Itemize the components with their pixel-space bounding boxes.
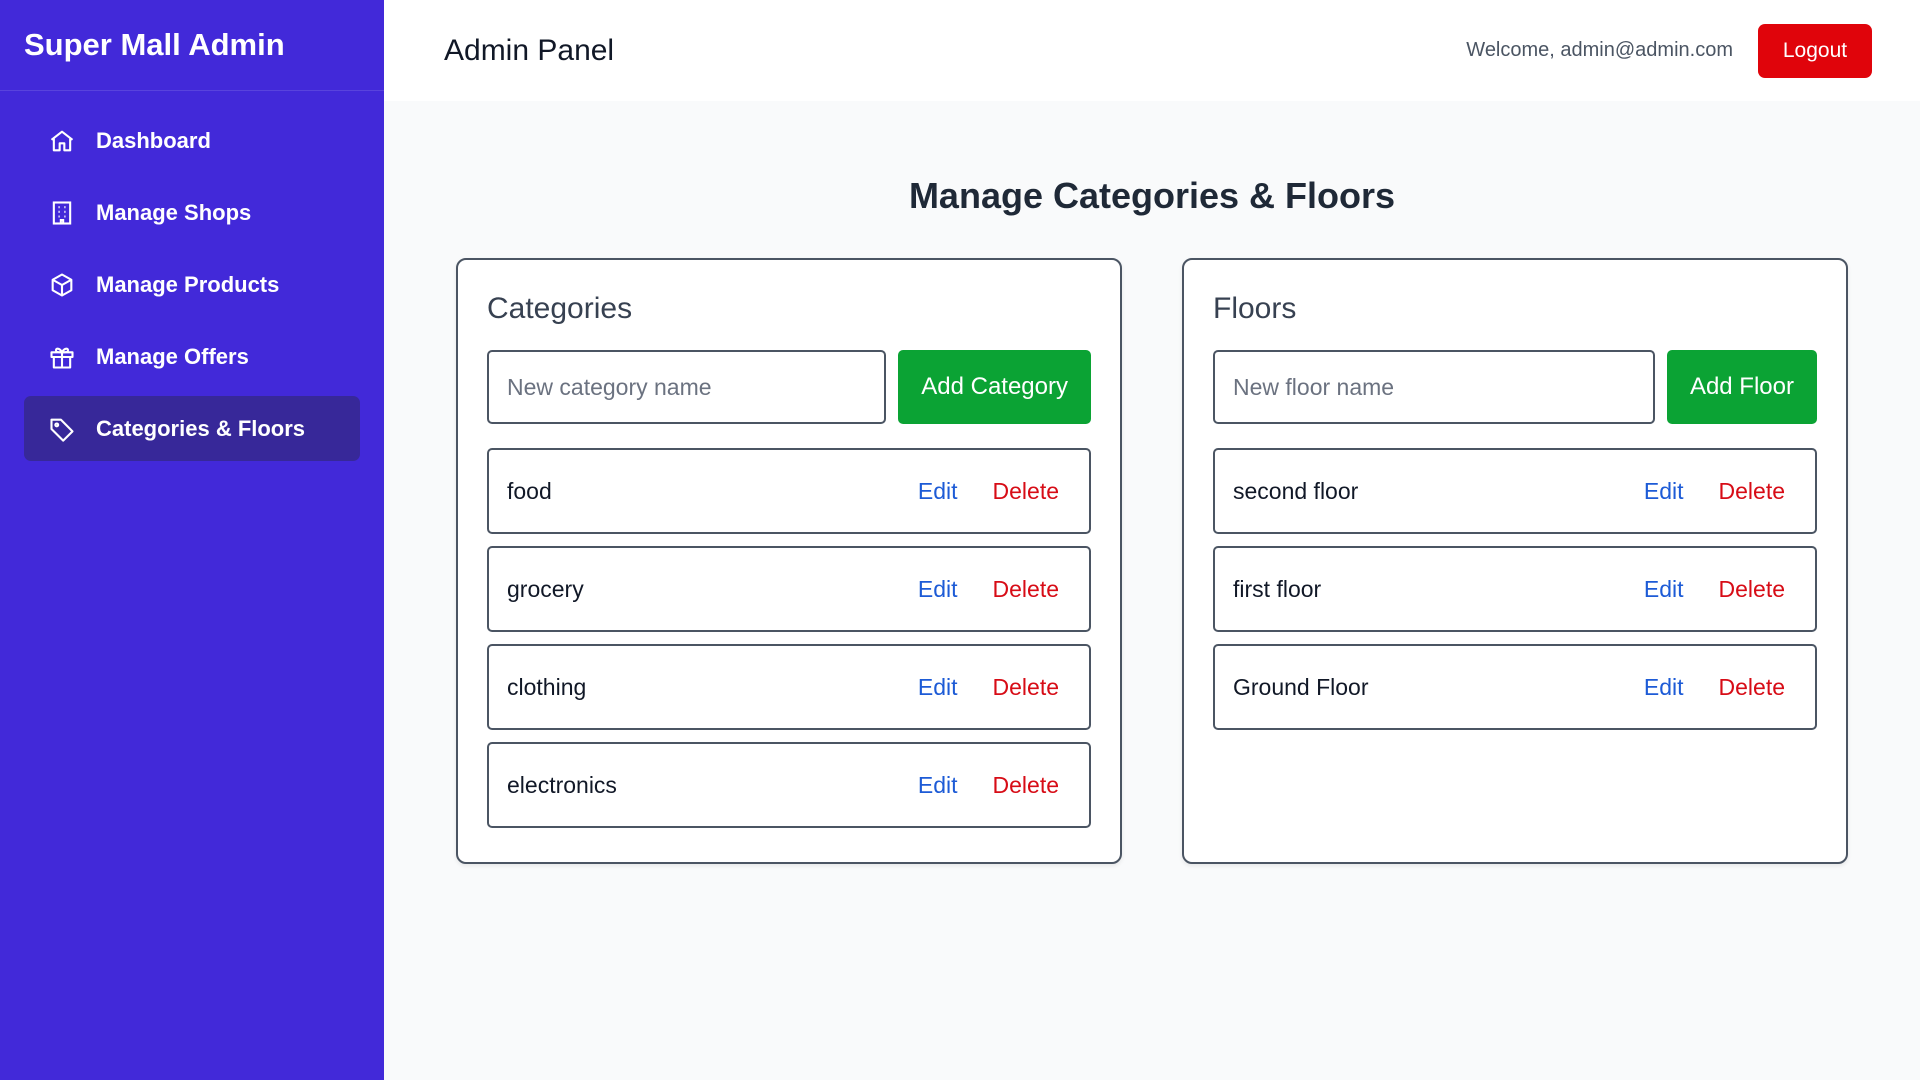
box-icon — [48, 271, 76, 299]
sidebar-item-label: Manage Offers — [96, 343, 249, 369]
welcome-text: Welcome, admin@admin.com — [1466, 39, 1733, 61]
floor-item: second floor Edit Delete — [1213, 448, 1817, 534]
building-icon — [48, 199, 76, 227]
sidebar-item-label: Manage Shops — [96, 199, 252, 225]
edit-button[interactable]: Edit — [1644, 576, 1684, 603]
delete-button[interactable]: Delete — [1719, 674, 1785, 701]
floor-name: first floor — [1233, 575, 1322, 602]
delete-button[interactable]: Delete — [1719, 576, 1785, 603]
sidebar-item-manage-shops[interactable]: Manage Shops — [24, 180, 360, 245]
category-item: clothing Edit Delete — [487, 644, 1091, 730]
edit-button[interactable]: Edit — [918, 674, 958, 701]
edit-button[interactable]: Edit — [918, 478, 958, 505]
sidebar-item-label: Manage Products — [96, 271, 280, 297]
floors-heading: Floors — [1213, 292, 1297, 325]
logout-button[interactable]: Logout — [1758, 23, 1872, 78]
delete-button[interactable]: Delete — [993, 576, 1059, 603]
sidebar-nav: Dashboard Manage Shops Manage Products M… — [0, 91, 384, 461]
edit-button[interactable]: Edit — [918, 576, 958, 603]
gift-icon — [48, 343, 76, 371]
new-category-input[interactable] — [487, 350, 887, 424]
edit-button[interactable]: Edit — [1644, 478, 1684, 505]
add-floor-button[interactable]: Add Floor — [1666, 350, 1817, 424]
sidebar-item-manage-products[interactable]: Manage Products — [24, 252, 360, 317]
category-name: grocery — [507, 575, 584, 602]
floor-item: Ground Floor Edit Delete — [1213, 644, 1817, 730]
delete-button[interactable]: Delete — [993, 674, 1059, 701]
tag-icon — [48, 415, 76, 443]
categories-heading: Categories — [487, 292, 633, 325]
delete-button[interactable]: Delete — [993, 478, 1059, 505]
sidebar-item-manage-offers[interactable]: Manage Offers — [24, 324, 360, 389]
category-name: clothing — [507, 673, 587, 700]
floors-card: Floors Add Floor second floor Edit Delet… — [1182, 258, 1848, 864]
category-item: electronics Edit Delete — [487, 742, 1091, 828]
edit-button[interactable]: Edit — [918, 772, 958, 799]
page-title: Manage Categories & Floors — [908, 175, 1396, 216]
sidebar: Super Mall Admin Dashboard Manage Shops … — [0, 0, 384, 1080]
sidebar-item-label: Dashboard — [96, 127, 211, 153]
category-name: food — [507, 477, 552, 504]
sidebar-item-categories-floors[interactable]: Categories & Floors — [24, 396, 360, 461]
edit-button[interactable]: Edit — [1644, 674, 1684, 701]
sidebar-item-dashboard[interactable]: Dashboard — [24, 108, 360, 173]
floor-name: second floor — [1233, 477, 1359, 504]
new-floor-input[interactable] — [1213, 350, 1655, 424]
add-category-button[interactable]: Add Category — [898, 350, 1091, 424]
add-category-row: Add Category — [487, 350, 1091, 424]
floor-item: first floor Edit Delete — [1213, 546, 1817, 632]
category-item: food Edit Delete — [487, 448, 1091, 534]
header-title: Admin Panel — [444, 33, 615, 67]
home-icon — [48, 127, 76, 155]
sidebar-item-label: Categories & Floors — [96, 415, 306, 441]
category-item: grocery Edit Delete — [487, 546, 1091, 632]
categories-card: Categories Add Category food Edit Delete… — [456, 258, 1122, 864]
category-name: electronics — [507, 771, 617, 798]
top-header: Admin Panel Welcome, admin@admin.com Log… — [384, 0, 1920, 101]
brand-title: Super Mall Admin — [0, 0, 384, 91]
floor-name: Ground Floor — [1233, 673, 1369, 700]
delete-button[interactable]: Delete — [993, 772, 1059, 799]
delete-button[interactable]: Delete — [1719, 478, 1785, 505]
add-floor-row: Add Floor — [1213, 350, 1817, 424]
